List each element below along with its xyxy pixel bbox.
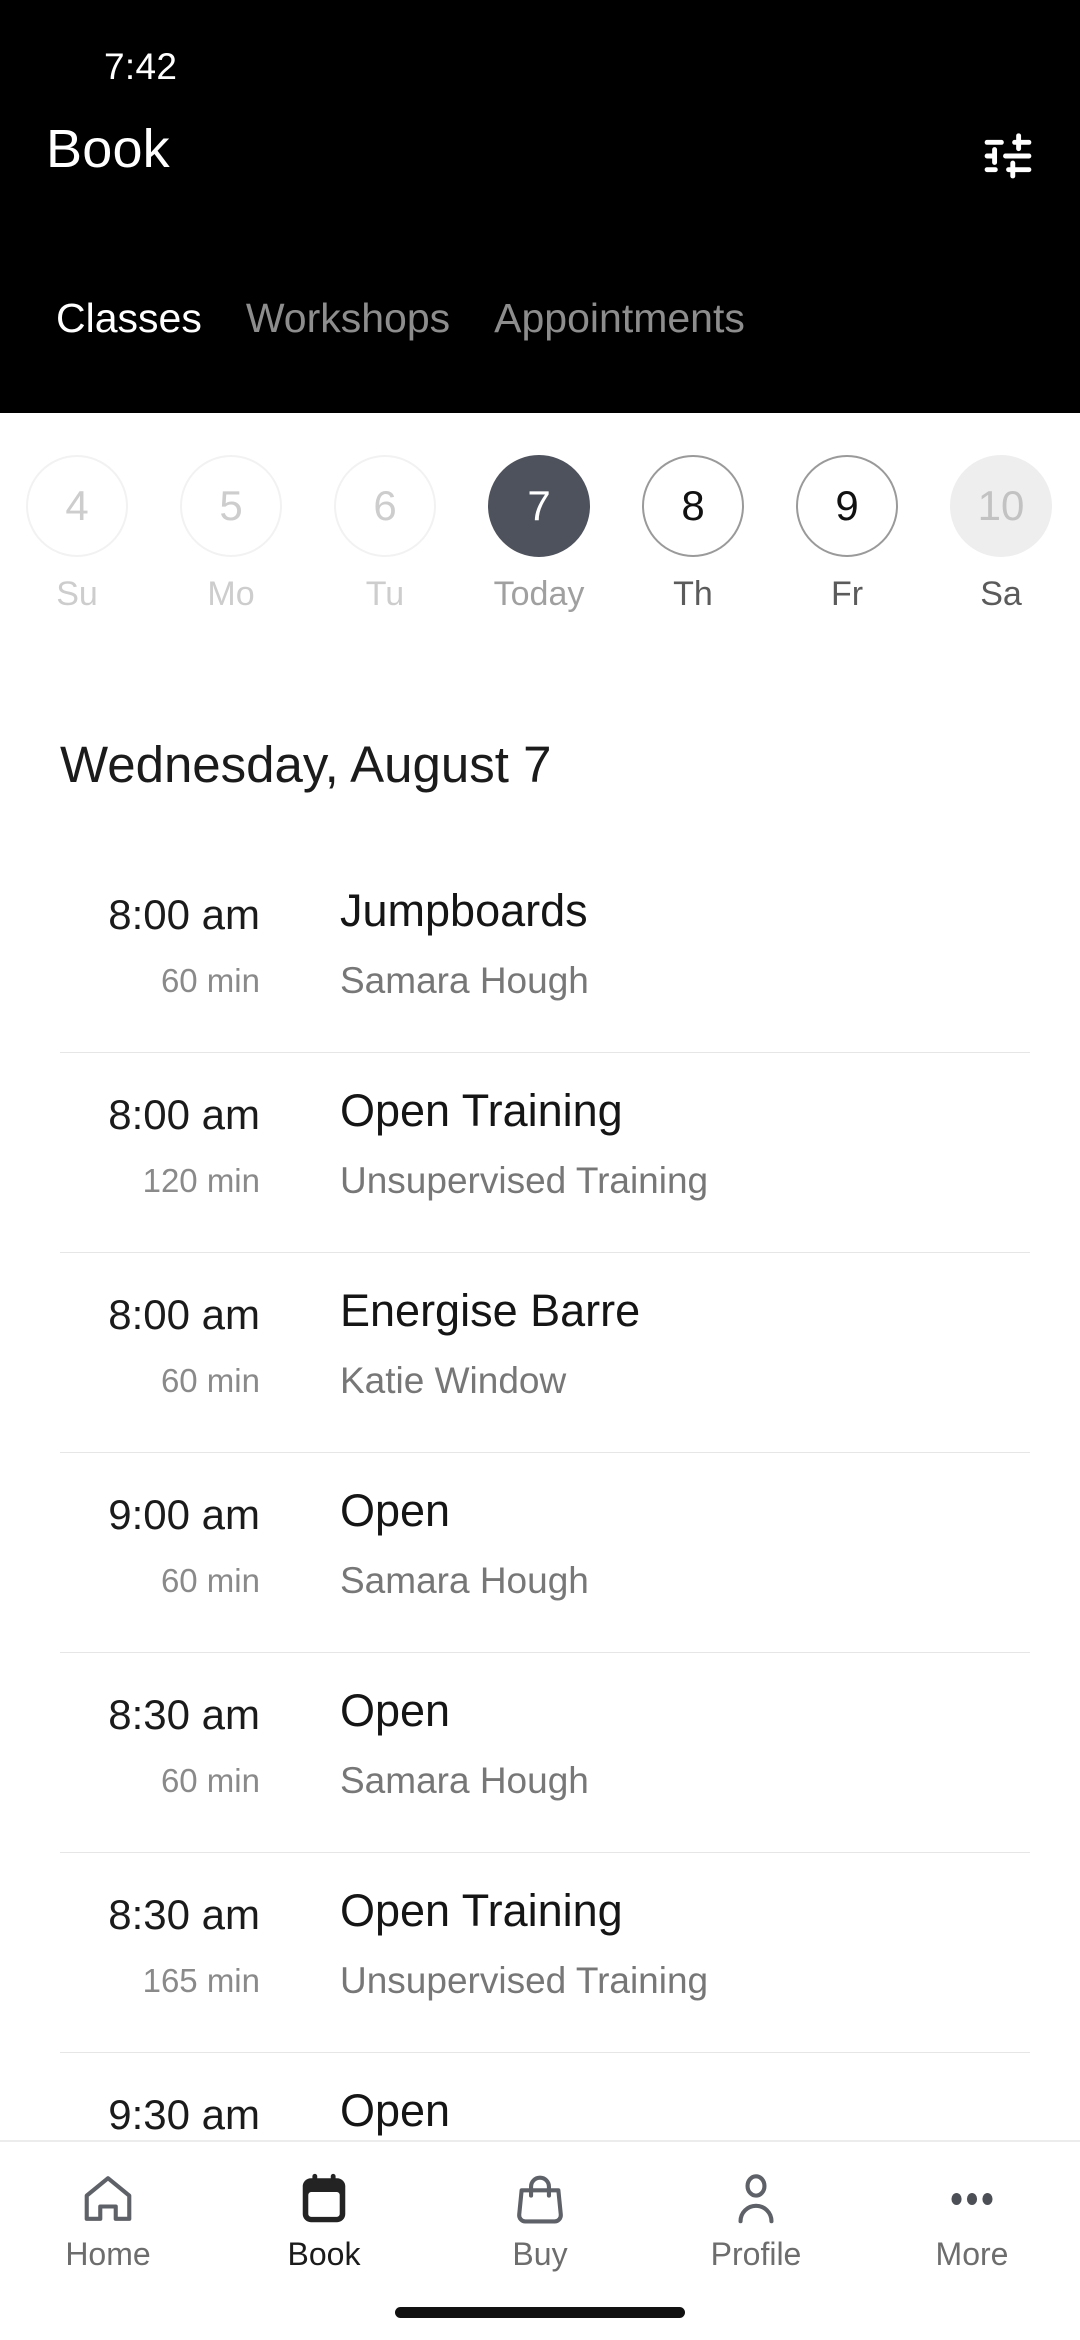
table-row[interactable]: 8:00 am 60 min Jumpboards Samara Hough	[0, 852, 1080, 1052]
class-instructor: Samara Hough	[340, 1760, 589, 1801]
table-row[interactable]: 9:00 am 60 min Open Samara Hough	[0, 1452, 1080, 1652]
date-cell-7-today[interactable]: 7 Today	[462, 455, 616, 611]
tab-classes[interactable]: Classes	[34, 298, 224, 339]
date-weekday-8: Th	[673, 575, 713, 613]
person-icon	[727, 2168, 785, 2230]
class-name: Open Training	[340, 1885, 623, 1936]
nav-item-buy[interactable]: Buy	[432, 2142, 648, 2292]
class-name: Open	[340, 1485, 451, 1536]
class-instructor: Samara Hough	[340, 960, 589, 1001]
date-number-7[interactable]: 7	[488, 455, 590, 557]
class-name: Open	[340, 1685, 451, 1736]
class-time: 8:30 am	[108, 1891, 260, 1938]
class-duration: 60 min	[160, 1762, 260, 1799]
nav-label-more: More	[935, 2236, 1009, 2272]
section-tabs: Classes Workshops Appointments	[0, 298, 1080, 378]
home-indicator	[395, 2307, 685, 2318]
shopping-bag-icon	[511, 2168, 569, 2230]
date-number-4[interactable]: 4	[26, 455, 128, 557]
class-time: 9:00 am	[108, 1491, 260, 1538]
class-duration: 165 min	[142, 1962, 260, 1999]
date-weekday-9: Fr	[830, 575, 864, 613]
status-bar: 7:42	[0, 0, 1080, 100]
table-row[interactable]: 8:00 am 120 min Open Training Unsupervis…	[0, 1052, 1080, 1252]
class-time: 8:30 am	[108, 1691, 260, 1738]
date-weekday-today: Today	[493, 575, 585, 613]
nav-item-more[interactable]: More	[864, 2142, 1080, 2292]
date-number-8[interactable]: 8	[642, 455, 744, 557]
class-instructor: Unsupervised Training	[340, 1960, 709, 2001]
status-bar-clock: 7:42	[104, 46, 178, 87]
nav-label-profile: Profile	[710, 2236, 802, 2272]
nav-label-home: Home	[65, 2236, 151, 2272]
date-cell-10[interactable]: 10 Sa	[924, 455, 1078, 611]
tune-filter-icon	[980, 128, 1036, 184]
nav-label-book: Book	[287, 2236, 361, 2272]
class-instructor: Unsupervised Training	[340, 1160, 709, 1201]
app-header: 7:42 Book Classes Workshops Appointments	[0, 0, 1080, 413]
date-selector[interactable]: 4 Su 5 Mo 6 Tu 7 Today 8 Th 9 Fr 10 Sa	[0, 413, 1080, 653]
date-weekday-10: Sa	[980, 575, 1022, 613]
nav-item-book[interactable]: Book	[216, 2142, 432, 2292]
date-number-9[interactable]: 9	[796, 455, 898, 557]
class-time: 9:30 am	[108, 2091, 260, 2138]
class-name: Jumpboards	[340, 885, 588, 936]
calendar-icon	[295, 2168, 353, 2230]
table-row[interactable]: 8:30 am 165 min Open Training Unsupervis…	[0, 1852, 1080, 2052]
class-name: Energise Barre	[340, 1285, 641, 1336]
class-time: 8:00 am	[108, 1291, 260, 1338]
tab-workshops[interactable]: Workshops	[224, 298, 472, 339]
date-cell-9[interactable]: 9 Fr	[770, 455, 924, 611]
class-time: 8:00 am	[108, 891, 260, 938]
date-number-6[interactable]: 6	[334, 455, 436, 557]
nav-item-profile[interactable]: Profile	[648, 2142, 864, 2292]
bottom-navigation-bar: Home Book Buy Profile More	[0, 2140, 1080, 2340]
class-name: Open Training	[340, 1085, 623, 1136]
table-row[interactable]: 9:30 am Open	[0, 2052, 1080, 2140]
selected-day-heading: Wednesday, August 7	[60, 736, 552, 793]
booking-screen: 7:42 Book Classes Workshops Appointments…	[0, 0, 1080, 2340]
class-instructor: Samara Hough	[340, 1560, 589, 1601]
class-name: Open	[340, 2085, 451, 2136]
filter-button[interactable]	[970, 118, 1046, 194]
date-weekday-6: Tu	[365, 575, 405, 613]
date-cell-8[interactable]: 8 Th	[616, 455, 770, 611]
date-cell-5[interactable]: 5 Mo	[154, 455, 308, 611]
nav-label-buy: Buy	[512, 2236, 568, 2272]
class-duration: 120 min	[142, 1162, 260, 1199]
date-weekday-4: Su	[56, 575, 98, 613]
more-dots-icon	[943, 2168, 1001, 2230]
class-duration: 60 min	[160, 962, 260, 999]
table-row[interactable]: 8:30 am 60 min Open Samara Hough	[0, 1652, 1080, 1852]
class-schedule-list[interactable]: 8:00 am 60 min Jumpboards Samara Hough 8…	[0, 852, 1080, 2140]
date-weekday-5: Mo	[207, 575, 255, 613]
date-cell-6[interactable]: 6 Tu	[308, 455, 462, 611]
class-instructor: Katie Window	[340, 1360, 567, 1401]
class-duration: 60 min	[160, 1562, 260, 1599]
date-cell-4[interactable]: 4 Su	[0, 455, 154, 611]
class-duration: 60 min	[160, 1362, 260, 1399]
tab-appointments[interactable]: Appointments	[472, 298, 767, 339]
nav-item-home[interactable]: Home	[0, 2142, 216, 2292]
home-icon	[79, 2168, 137, 2230]
page-title: Book	[46, 119, 170, 179]
date-number-10[interactable]: 10	[950, 455, 1052, 557]
table-row[interactable]: 8:00 am 60 min Energise Barre Katie Wind…	[0, 1252, 1080, 1452]
class-time: 8:00 am	[108, 1091, 260, 1138]
title-bar: Book	[0, 100, 1080, 210]
date-number-5[interactable]: 5	[180, 455, 282, 557]
